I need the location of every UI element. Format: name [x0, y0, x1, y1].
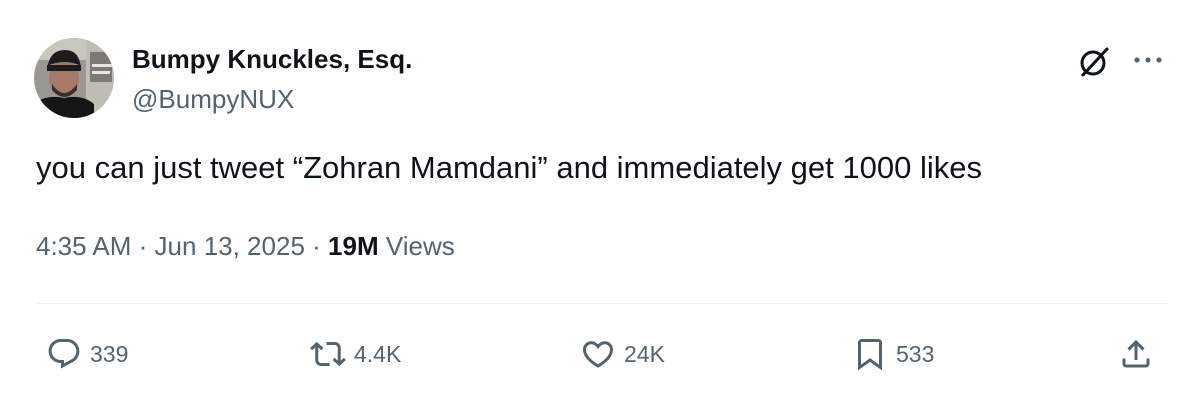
reply-icon [48, 339, 80, 369]
reply-count: 339 [90, 340, 129, 367]
retweet-count: 4.4K [354, 340, 402, 367]
divider [36, 303, 1168, 304]
meta-separator: · [312, 231, 321, 261]
bookmark-count: 533 [896, 340, 935, 367]
grok-icon[interactable] [1076, 44, 1112, 80]
tweet-time[interactable]: 4:35 AM [36, 231, 131, 261]
avatar-image [34, 38, 114, 118]
tweet-date[interactable]: Jun 13, 2025 [155, 231, 305, 261]
share-button[interactable] [1118, 336, 1154, 372]
like-button[interactable]: 24K [580, 336, 665, 372]
avatar[interactable] [34, 38, 114, 118]
username-handle[interactable]: @BumpyNUX [132, 84, 294, 115]
bookmark-icon [858, 339, 882, 371]
bookmark-button[interactable]: 533 [852, 336, 934, 372]
retweet-button[interactable]: 4.4K [310, 336, 401, 372]
views-count: 19M [328, 231, 379, 261]
share-icon [1122, 339, 1150, 368]
meta-separator: · [138, 231, 148, 261]
tweet-card: Bumpy Knuckles, Esq. @BumpyNUX you can j… [0, 0, 1200, 412]
more-options-icon[interactable] [1130, 48, 1166, 72]
heart-icon [582, 341, 614, 368]
display-name[interactable]: Bumpy Knuckles, Esq. [132, 44, 412, 75]
tweet-text: you can just tweet “Zohran Mamdani” and … [36, 150, 982, 185]
reply-button[interactable]: 339 [46, 336, 128, 372]
tweet-metadata: 4:35 AM · Jun 13, 2025 · 19M Views [36, 231, 455, 262]
retweet-icon [310, 341, 346, 367]
views-label: Views [385, 231, 455, 261]
like-count: 24K [624, 340, 665, 367]
